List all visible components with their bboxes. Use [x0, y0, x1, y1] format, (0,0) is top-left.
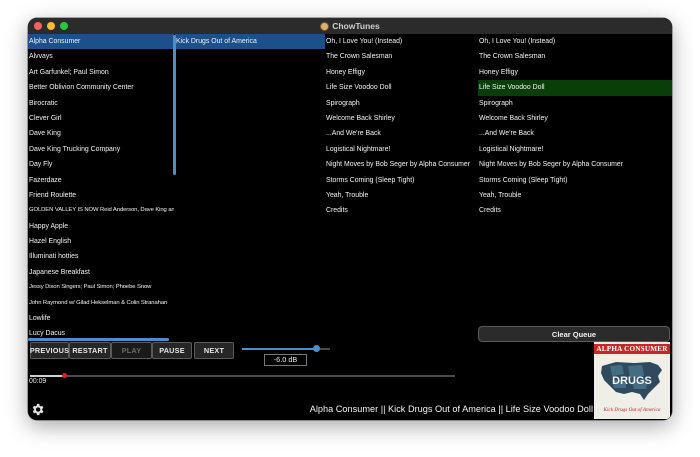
queue-list-item[interactable]: Welcome Back Shirley [478, 111, 672, 126]
window-controls [34, 22, 68, 30]
queue-list-item[interactable]: Life Size Voodoo Doll [478, 80, 672, 96]
track-list-item[interactable]: Welcome Back Shirley [325, 111, 478, 126]
progress-bar-track[interactable] [30, 375, 455, 377]
artist-list-item[interactable]: Birocratic [28, 96, 174, 111]
app-icon [320, 21, 330, 31]
artist-list-item[interactable]: Dave King Trucking Company [28, 142, 174, 157]
artist-list-item[interactable]: Hazel English [28, 234, 174, 249]
restart-button[interactable]: RESTART [69, 342, 111, 359]
queue-list[interactable]: Oh, I Love You! (Instead) The Crown Sales… [478, 34, 672, 338]
minimize-window-button[interactable] [47, 22, 55, 30]
app-window: ChowTunes Alpha Consumer Alvvays Art Garfu… [28, 18, 672, 420]
queue-list-item[interactable]: Storms Coming (Sleep Tight) [478, 173, 672, 188]
pause-button[interactable]: PAUSE [152, 342, 192, 359]
window-title: ChowTunes [332, 21, 380, 31]
volume-slider-fill [242, 348, 317, 350]
gain-readout: -6.0 dB [264, 354, 307, 366]
progress-bar-fill [30, 375, 64, 377]
artist-list-item[interactable]: John Raymond w/ Gilad Hekselman & Colin … [28, 296, 174, 311]
artist-list-item[interactable]: Friend Roulette [28, 188, 174, 203]
track-list-item[interactable]: Night Moves by Bob Seger by Alpha Consum… [325, 157, 478, 172]
album-art-caption: Kick Drugs Out of America [603, 407, 661, 413]
artist-list-item[interactable]: Happy Apple [28, 219, 174, 234]
track-list[interactable]: Oh, I Love You! (Instead) The Crown Sales… [325, 34, 478, 338]
artist-list-item[interactable]: GOLDEN VALLEY IS NOW Reid Anderson, Dave… [28, 203, 174, 218]
queue-list-item[interactable]: Spirograph [478, 96, 672, 111]
track-list-item[interactable]: Yeah, Trouble [325, 188, 478, 203]
usa-map-icon: DRUGS [601, 362, 662, 400]
artist-list-item[interactable]: Alvvays [28, 49, 174, 64]
previous-button[interactable]: PREVIOUS [30, 342, 69, 359]
album-art: ALPHA CONSUMER DRUGS Kick Drugs Out of A… [594, 342, 670, 419]
queue-list-item[interactable]: Credits [478, 203, 672, 218]
queue-list-item[interactable]: Oh, I Love You! (Instead) [478, 34, 672, 49]
track-list-item[interactable]: The Crown Salesman [325, 49, 478, 64]
album-list[interactable]: Kick Drugs Out of America [175, 34, 325, 338]
queue-list-item[interactable]: ...And We're Back [478, 126, 672, 141]
album-art-word: DRUGS [612, 375, 652, 387]
close-window-button[interactable] [34, 22, 42, 30]
artist-list-horizontal-scrollbar[interactable] [28, 338, 169, 341]
artist-list-item[interactable]: Japanese Breakfast [28, 265, 174, 280]
artist-list-item[interactable]: Day Fly [28, 157, 174, 172]
track-list-item[interactable]: ...And We're Back [325, 126, 478, 141]
artist-list-item[interactable]: Dave King [28, 126, 174, 141]
queue-list-item[interactable]: Logistical Nightmare! [478, 142, 672, 157]
play-button[interactable]: PLAY [111, 342, 152, 359]
now-playing-text: Alpha Consumer || Kick Drugs Out of Amer… [309, 404, 593, 414]
track-list-item[interactable]: Spirograph [325, 96, 478, 111]
album-list-item[interactable]: Kick Drugs Out of America [175, 34, 325, 50]
artist-list-item[interactable]: Better Oblivion Community Center [28, 80, 174, 95]
track-list-item[interactable]: Life Size Voodoo Doll [325, 80, 478, 95]
queue-list-item[interactable]: The Crown Salesman [478, 49, 672, 64]
playhead-handle[interactable] [61, 373, 67, 378]
artist-list[interactable]: Alpha Consumer Alvvays Art Garfunkel; Paul… [28, 34, 174, 338]
artist-list-item[interactable]: Jessy Dixon Singers; Paul Simon; Phoebe … [28, 280, 174, 295]
artist-list-item[interactable]: Art Garfunkel; Paul Simon [28, 65, 174, 80]
maximize-window-button[interactable] [60, 22, 68, 30]
clear-queue-button[interactable]: Clear Queue [478, 326, 670, 342]
title-group: ChowTunes [320, 21, 380, 31]
track-list-item[interactable]: Logistical Nightmare! [325, 142, 478, 157]
track-list-item[interactable]: Storms Coming (Sleep Tight) [325, 173, 478, 188]
next-button[interactable]: NEXT [194, 342, 234, 359]
artist-list-item[interactable]: Illuminati hotties [28, 249, 174, 264]
queue-list-item[interactable]: Honey Effigy [478, 65, 672, 80]
queue-list-item[interactable]: Yeah, Trouble [478, 188, 672, 203]
artist-list-item[interactable]: Clever Girl [28, 111, 174, 126]
track-list-item[interactable]: Credits [325, 203, 478, 218]
artist-list-vertical-scrollbar[interactable] [173, 35, 176, 175]
artist-list-item[interactable]: Lowlife [28, 311, 174, 326]
artist-list-item[interactable]: Lucy Dacus [28, 326, 174, 338]
artist-list-item[interactable]: Alpha Consumer [28, 34, 174, 50]
album-art-band-name: ALPHA CONSUMER [594, 344, 670, 354]
volume-slider-handle[interactable] [313, 345, 321, 352]
queue-list-item[interactable]: Night Moves by Bob Seger by Alpha Consum… [478, 157, 672, 172]
track-list-item[interactable]: Oh, I Love You! (Instead) [325, 34, 478, 49]
track-list-item[interactable]: Honey Effigy [325, 65, 478, 80]
title-bar: ChowTunes [28, 18, 672, 34]
gear-icon[interactable] [30, 402, 45, 417]
elapsed-time: 00:09 [29, 378, 47, 385]
artist-list-item[interactable]: Fazerdaze [28, 173, 174, 188]
